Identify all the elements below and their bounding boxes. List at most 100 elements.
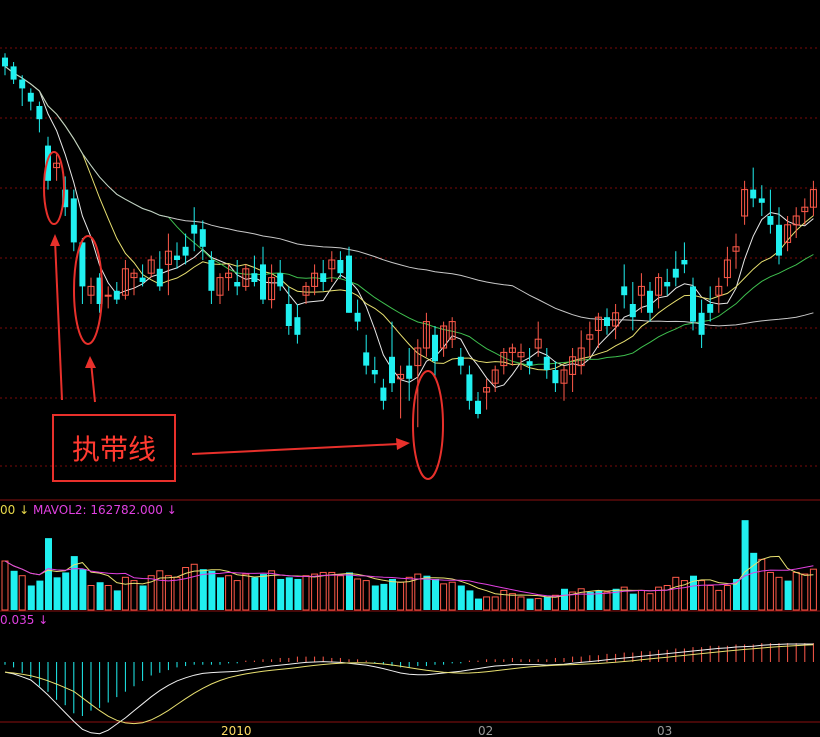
volume-bars	[1, 520, 817, 611]
volume-bar-58	[500, 589, 508, 611]
mavol2-arrow: ↓	[166, 503, 177, 517]
candle-body-47	[406, 365, 413, 379]
volume-bar-38	[328, 571, 336, 611]
volume-bar-46	[397, 581, 405, 611]
volume-bar-90	[775, 576, 783, 611]
macd-arrow: ↓	[38, 613, 49, 627]
volume-bar-37	[319, 571, 327, 611]
volume-bar-30	[260, 574, 267, 610]
candle-body-23	[199, 229, 206, 247]
candle-body-12	[104, 294, 112, 297]
candle-body-37	[320, 273, 327, 282]
candle-body-21	[182, 246, 189, 256]
volume-bar-54	[466, 590, 474, 610]
mavol2-label: MAVOL2: 162782.000	[33, 503, 163, 517]
volume-bar-26	[225, 575, 233, 611]
volume-bar-41	[354, 578, 362, 611]
arrow-line-3	[191, 443, 399, 455]
candle-body-20	[174, 255, 180, 260]
macd-lines	[4, 643, 814, 735]
arrow-head-1	[50, 234, 60, 246]
volume-bar-36	[311, 573, 319, 611]
candle-body-24	[208, 260, 215, 291]
volume-bar-5	[45, 538, 52, 610]
volume-bar-15	[130, 580, 138, 611]
candle-body-63	[543, 356, 550, 370]
volume-bar-24	[208, 570, 216, 610]
arrow-head-2	[85, 356, 96, 368]
volume-bar-82	[706, 585, 714, 611]
candle-body-8	[70, 198, 77, 243]
volume-bar-0	[1, 560, 9, 611]
candle-body-29	[251, 273, 258, 282]
volume-bar-35	[302, 575, 310, 611]
volume-legend-arrow: ↓	[19, 503, 30, 517]
candle-body-77	[664, 282, 671, 287]
candlesticks	[2, 53, 817, 428]
grid-lines	[0, 47, 820, 723]
volume-legend: 00 ↓ MAVOL2: 162782.000 ↓	[0, 503, 177, 517]
macd-value: 0.035	[0, 613, 35, 627]
candle-body-40	[346, 255, 352, 313]
volume-bar-45	[389, 578, 396, 610]
ma10-line	[4, 66, 814, 371]
volume-bar-87	[750, 552, 758, 610]
volume-bar-84	[723, 585, 731, 611]
candle-body-22	[191, 224, 198, 234]
annotation-box: 执带线	[52, 414, 176, 482]
volume-bar-62	[534, 598, 542, 611]
volume-bar-1	[10, 570, 18, 610]
volume-bar-33	[285, 577, 293, 610]
candle-body-87	[750, 189, 757, 199]
volume-bar-18	[156, 570, 164, 611]
volume-bar-74	[637, 589, 645, 611]
volume-bar-57	[491, 596, 499, 611]
date-label-03: 03	[657, 724, 673, 737]
volume-bar-61	[526, 598, 534, 610]
volume-bar-59	[508, 593, 516, 611]
volume-bar-60	[517, 596, 525, 611]
volume-bar-32	[277, 578, 285, 610]
candle-body-80	[690, 286, 696, 322]
candle-body-55	[475, 400, 481, 414]
volume-bar-92	[792, 571, 800, 611]
date-label-2010: 2010	[221, 724, 252, 737]
volume-bar-49	[423, 575, 431, 610]
arrow-head-3	[396, 438, 410, 450]
candle-body-81	[698, 312, 705, 335]
candle-body-61	[526, 361, 533, 366]
candle-body-90	[776, 224, 782, 256]
volume-bar-40	[346, 572, 353, 610]
candle-body-13	[113, 290, 120, 300]
volume-bar-2	[18, 575, 26, 611]
date-label-02: 02	[478, 724, 494, 737]
candle-body-41	[354, 312, 361, 322]
volume-bar-68	[586, 592, 594, 610]
ma5-line	[4, 66, 814, 389]
candle-body-3	[27, 92, 34, 102]
volume-bar-50	[432, 578, 439, 610]
volume-bar-42	[362, 580, 370, 611]
candle-body-44	[380, 387, 387, 401]
arrow-line-1	[54, 239, 63, 401]
volume-bar-3	[27, 585, 35, 610]
candle-body-50	[432, 334, 438, 362]
volume-bar-89	[766, 571, 774, 611]
volume-bar-53	[457, 585, 465, 610]
candle-body-1	[10, 66, 17, 80]
volume-bar-14	[121, 576, 129, 611]
candle-body-45	[389, 356, 395, 384]
stock-chart	[0, 47, 820, 735]
candle-body-30	[260, 264, 266, 300]
candle-body-53	[457, 356, 464, 366]
macd-histogram	[4, 643, 814, 716]
candle-body-82	[707, 304, 714, 313]
volume-bar-11	[96, 582, 104, 610]
volume-bar-56	[483, 596, 491, 611]
macd-dea-line	[4, 644, 814, 725]
candle-body-54	[466, 374, 473, 401]
volume-bar-4	[36, 580, 44, 610]
volume-legend-prefix: 00	[0, 503, 16, 517]
volume-bar-13	[113, 590, 121, 610]
volume-bar-7	[62, 572, 70, 610]
